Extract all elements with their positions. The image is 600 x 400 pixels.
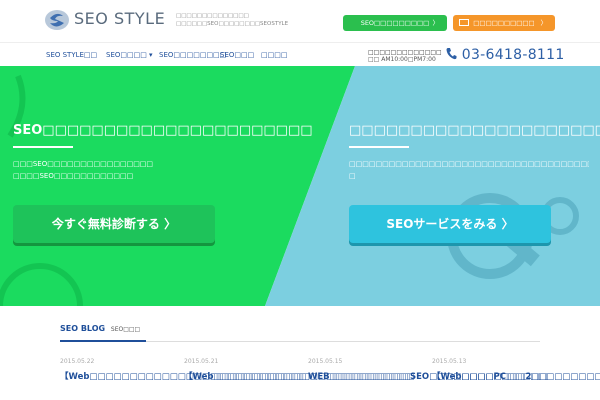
blog-subheading: SEO□□□ [110,326,141,333]
post-title[interactable]: 【Web□□□□□□□□□□□□□□□□□□□□□□□□□ [184,371,414,384]
nav-item-company[interactable]: □□□□ [261,51,287,59]
blog-section: SEO BLOG SEO□□□ 2015.05.22 【Web□□□□□□□□□… [0,306,600,400]
mail-inquiry-button-label: □□□□□□□□□□ [473,19,535,27]
site-header: SEO STYLE □□□□□□□□□□□□□□ □□□□□□SEO□□□□□□… [0,0,600,42]
hero-right-text-1: □□□□□□□□□□□□□□□□□□□□□□□□□□□□□□□□□□□□□□□□… [349,160,589,168]
nav-item-seo-style[interactable]: SEO STYLE□□ [46,51,97,59]
logo-text[interactable]: SEO STYLE [74,9,165,28]
blog-post[interactable]: 2015.05.22 【Web□□□□□□□□□□□□□□□□□□□□□□□□□… [60,358,306,384]
tagline-line-1: □□□□□□□□□□□□□□ [176,13,249,19]
blog-post[interactable]: 2015.05.15 WEB□□□□□□□□□□SEO□□□□□□□□□□□□2… [308,358,547,384]
post-date: 2015.05.22 [60,358,95,365]
nav-item-seo-services[interactable]: SEO□□□□ ▾ [106,51,153,59]
post-title[interactable]: 【Web□□□□PC□□□□□□□□□□□□□□□ [432,371,600,384]
hero-left-divider [13,146,73,148]
post-date: 2015.05.13 [432,358,467,365]
blog-post[interactable]: 2015.05.13 【Web□□□□PC□□□□□□□□□□□□□□□ [432,358,600,384]
hero-decoration [0,74,579,306]
nav-item-seo-consulting[interactable]: SEO□□□□□□□□ [159,51,226,59]
hours-line-2: □□ AM10:00□PM7:00 [368,56,436,63]
phone-number[interactable]: 03-6418-8111 [446,47,565,63]
hours-line-1: □□□□□□□□□□□□□ [368,49,442,56]
header-tagline: □□□□□□□□□□□□□□ □□□□□□SEO□□□□□□□□SEOSTYLE [176,12,289,28]
hero-left-title: SEO□□□□□□□□□□□□□□□□□□□□□□ [13,123,313,138]
blog-heading: SEO BLOG SEO□□□ [60,324,140,333]
hero-right-title: □□□□□□□□□□□□□□□□□□□□□ [349,123,600,138]
phone-icon [446,48,457,60]
seo-style-logo-icon[interactable] [44,9,70,31]
blog-heading-text: SEO BLOG [60,324,106,333]
free-diagnosis-button[interactable]: 今すぐ無料診断する 〉 [13,205,215,243]
business-hours: □□□□□□□□□□□□□ □□ AM10:00□PM7:00 [368,49,442,63]
hero-right-description: □□□□□□□□□□□□□□□□□□□□□□□□□□□□□□□□□□□□□□□□… [349,158,589,182]
phone-number-text: 03-6418-8111 [461,47,565,63]
hero-right-divider [349,146,409,148]
blog-divider-accent [60,340,146,342]
hero-right-text-2: □ [349,172,356,180]
hero-left-description: □□□SEO□□□□□□□□□□□□□□□□ □□□□SEO□□□□□□□□□□… [13,158,153,182]
mail-inquiry-button[interactable]: □□□□□□□□□□ 〉 [453,15,555,31]
nav-item-seo-blog[interactable]: SEO□□□ [220,51,254,59]
post-date: 2015.05.21 [184,358,219,365]
chevron-right-icon: 〉 [540,19,548,27]
seo-contact-button-label: SEO□□□□□□□□□ [360,19,430,27]
mail-icon [459,19,469,26]
seo-service-button[interactable]: SEOサービスをみる 〉 [349,205,551,243]
hero-left-text-2: □□□□SEO□□□□□□□□□□□□ [13,172,134,180]
post-title[interactable]: WEB□□□□□□□□□□SEO□□□□□□□□□□□□2□□ [308,371,547,384]
tagline-line-2: □□□□□□SEO□□□□□□□□SEOSTYLE [176,21,289,27]
seo-contact-button[interactable]: SEO□□□□□□□□□ 〉 [343,15,447,31]
hero-section: SEO□□□□□□□□□□□□□□□□□□□□□□ □□□SEO□□□□□□□□… [0,66,600,306]
post-title[interactable]: 【Web□□□□□□□□□□□□□□□□□□□□□□□□□□□ [60,371,306,384]
hero-left-text-1: □□□SEO□□□□□□□□□□□□□□□□ [13,160,154,168]
post-date: 2015.05.15 [308,358,343,365]
blog-post[interactable]: 2015.05.21 【Web□□□□□□□□□□□□□□□□□□□□□□□□□ [184,358,414,384]
main-nav: SEO STYLE□□ SEO□□□□ ▾ SEO□□□□□□□□ SEO□□□… [0,42,600,66]
chevron-right-icon: 〉 [432,19,440,27]
